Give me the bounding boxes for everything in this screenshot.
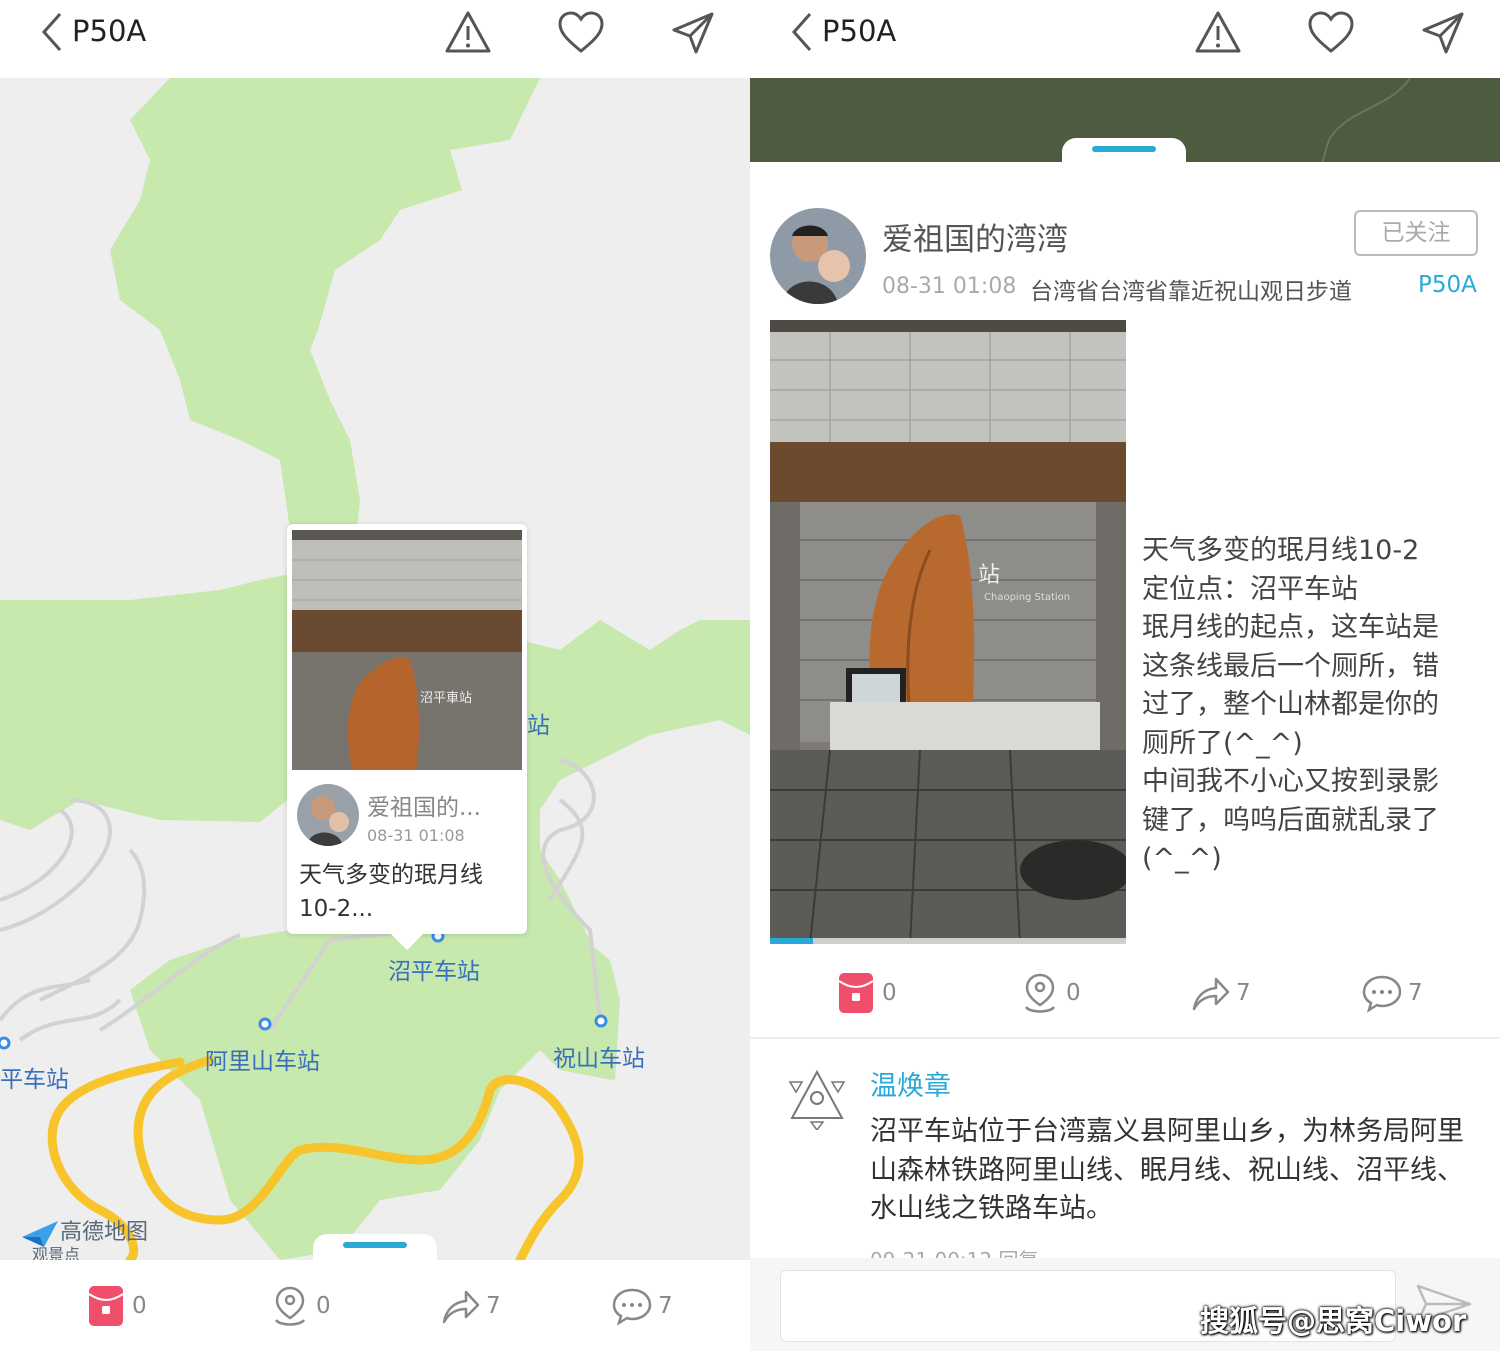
video-progress-bar[interactable] <box>770 938 1126 944</box>
video-progress-fill <box>770 938 813 944</box>
location-pin-icon <box>274 1286 306 1326</box>
post-text-line: 中间我不小心又按到录影 <box>1142 766 1439 797</box>
commenter-avatar-icon[interactable] <box>786 1068 848 1130</box>
comment-count: 7 <box>658 1293 673 1319</box>
post-video[interactable]: 站 Chaoping Station <box>770 320 1126 944</box>
comment-bubble-icon <box>612 1288 652 1326</box>
share-button[interactable]: 7 <box>1190 970 1251 1016</box>
location-pin-icon <box>1024 973 1056 1013</box>
top-bar: P50A <box>0 0 750 78</box>
navigate-send-icon[interactable] <box>668 8 718 58</box>
map-post-popup[interactable]: 沼平車站 爱祖国的... 08-31 01:08 天气多变的珉月线10-2... <box>287 524 527 950</box>
post-text-line: 过了，整个山林都是你的 <box>1142 689 1439 720</box>
post-text-line: 定位点：沼平车站 <box>1142 573 1358 605</box>
page-title-detail: P50A <box>822 14 897 48</box>
post-time: 08-31 01:08 <box>882 274 1017 299</box>
check-in-button[interactable]: 0 <box>1020 970 1081 1016</box>
sign-char: 站 <box>978 563 1000 588</box>
post-text-line: 键了，呜呜后面就乱录了 <box>1142 804 1439 836</box>
station-photo-image: 站 Chaoping Station <box>770 320 1126 944</box>
watermark: 搜狐号@思窝Ciwor <box>1200 1304 1467 1338</box>
comment-bubble-icon <box>1362 975 1402 1013</box>
comment-button[interactable]: 7 <box>1362 970 1423 1016</box>
post-text-line: 珉月线的起点，这车站是 <box>1142 612 1439 643</box>
check-in-count: 0 <box>1066 980 1081 1006</box>
check-in-button[interactable]: 0 <box>270 1283 331 1329</box>
section-divider <box>750 1037 1500 1039</box>
map-label-zhushan-station[interactable]: 祝山车站 <box>553 1039 645 1073</box>
post-text-line: 厕所了(^_^) <box>1142 727 1303 759</box>
share-arrow-icon <box>1192 977 1230 1011</box>
station-photo-image: 沼平車站 <box>292 530 522 770</box>
drag-handle[interactable] <box>313 1234 437 1260</box>
post-location[interactable]: 台湾省台湾省靠近祝山观日步道 <box>1030 272 1352 306</box>
red-packet-count: 0 <box>882 980 897 1006</box>
sign-english-text: Chaoping Station <box>984 592 1070 603</box>
device-tag[interactable]: P50A <box>1418 272 1477 298</box>
drag-handle-detail[interactable] <box>1062 138 1186 164</box>
back-chevron-icon[interactable] <box>786 10 816 54</box>
share-arrow-icon <box>442 1290 480 1324</box>
favorite-heart-icon[interactable] <box>556 8 606 58</box>
avatar-image <box>770 208 866 304</box>
report-warning-icon[interactable] <box>1193 8 1243 58</box>
comment-count: 7 <box>1408 980 1423 1006</box>
map-label-station-partial: 站 <box>527 713 550 739</box>
share-count: 7 <box>486 1293 501 1319</box>
popup-author-name: 爱祖国的... <box>367 795 481 821</box>
page-title: P50A <box>72 14 147 48</box>
navigate-send-icon[interactable] <box>1418 8 1468 58</box>
map-label-chaoping-station[interactable]: 沼平车站 <box>388 952 480 986</box>
author-name[interactable]: 爱祖国的湾湾 <box>882 214 1068 259</box>
map-label-station-left: 平车站 <box>0 1067 69 1093</box>
popup-post-time: 08-31 01:08 <box>367 826 465 845</box>
red-packet-icon <box>838 973 874 1013</box>
follow-button[interactable]: 已关注 <box>1354 210 1478 256</box>
commenter-name[interactable]: 温焕章 <box>870 1064 951 1103</box>
post-action-bar: 0 0 7 7 <box>750 948 1500 1038</box>
red-packet-button[interactable]: 0 <box>836 970 897 1016</box>
post-text: 天气多变的珉月线10-2 定位点：沼平车站 珉月线的起点，这车站是 这条线最后一… <box>1142 532 1482 879</box>
post-text-line: 天气多变的珉月线10-2 <box>1142 535 1420 566</box>
post-text-line: (^_^) <box>1142 843 1222 874</box>
popup-avatar[interactable] <box>297 784 359 846</box>
red-packet-button[interactable]: 0 <box>86 1283 147 1329</box>
share-count: 7 <box>1236 980 1251 1006</box>
author-avatar[interactable] <box>770 208 866 304</box>
map-label-alishan-station[interactable]: 阿里山车站 <box>205 1042 320 1076</box>
red-packet-icon <box>88 1286 124 1326</box>
red-packet-count: 0 <box>132 1293 147 1319</box>
check-in-count: 0 <box>316 1293 331 1319</box>
popup-post-text: 天气多变的珉月线10-2... <box>299 862 483 922</box>
favorite-heart-icon[interactable] <box>1306 8 1356 58</box>
top-bar-detail: P50A <box>750 0 1500 78</box>
avatar-image <box>297 784 359 846</box>
back-chevron-icon[interactable] <box>36 10 66 54</box>
amap-logo: 高德地图 观景点 <box>20 1214 148 1260</box>
comment-text: 沼平车站位于台湾嘉义县阿里山乡，为林务局阿里山森林铁路阿里山线、眠月线、祝山线、… <box>870 1116 1464 1224</box>
comment-button[interactable]: 7 <box>612 1283 673 1329</box>
map-action-bar: 0 0 7 7 <box>0 1261 750 1351</box>
post-thumbnail: 沼平車站 <box>292 530 522 770</box>
share-button[interactable]: 7 <box>440 1283 501 1329</box>
report-warning-icon[interactable] <box>443 8 493 58</box>
post-text-line: 这条线最后一个厕所，错 <box>1142 650 1439 682</box>
sign-text: 沼平車站 <box>420 691 472 706</box>
map-screen: P50A 站 沼平车站 阿里山车站 祝山车站 平车站 高德地图 观景点 沼平車站… <box>0 0 750 1351</box>
post-detail-screen: P50A 爱祖国的湾湾 已关注 08-31 01:08 台湾省台湾省靠近祝山观日… <box>750 0 1500 1351</box>
